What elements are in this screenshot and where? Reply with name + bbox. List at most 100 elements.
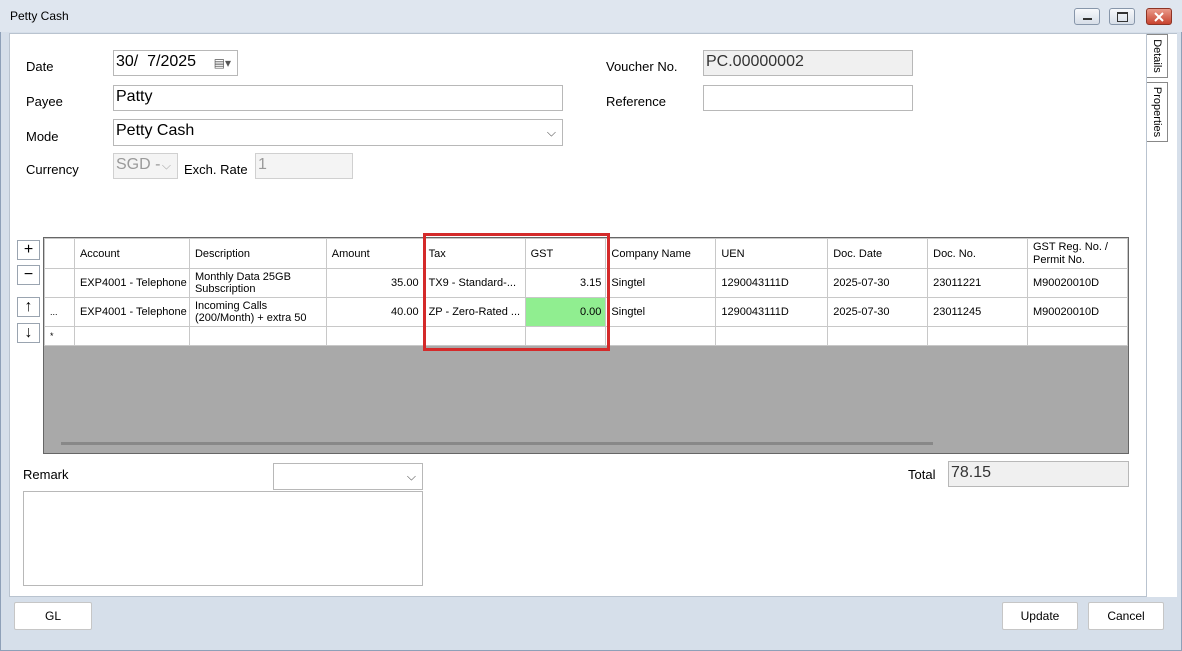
cell-gst-reg[interactable]: M90020010D [1027,297,1128,327]
move-up-button[interactable]: ↑ [17,297,40,317]
chevron-down-icon: ⌵ [161,158,171,173]
cell-tax[interactable]: ZP - Zero-Rated ... [422,297,526,327]
cell-uen[interactable]: 1290043111D [715,297,829,327]
new-cell[interactable] [715,326,829,346]
cell-account[interactable]: EXP4001 - Telephone [73,268,190,298]
voucher-no-field[interactable]: PC.00000002 [703,50,913,76]
row-selector[interactable]: ... [44,297,75,327]
remark-label: Remark [23,467,69,482]
cell-doc-date[interactable]: 2025-07-30 [827,297,929,327]
total-label: Total [908,467,936,482]
grid-table: Account Description Amount Tax GST Compa… [44,238,1128,346]
horizontal-scrollbar[interactable] [61,442,933,445]
col-uen[interactable]: UEN [715,238,829,269]
col-company-name[interactable]: Company Name [605,238,717,269]
remark-textarea[interactable] [23,491,423,586]
table-row[interactable]: EXP4001 - Telephone Monthly Data 25GB Su… [44,268,1128,298]
gl-button[interactable]: GL [14,602,92,630]
currency-select[interactable]: SGD - ⌵ [113,153,178,179]
tab-details-label: Details [1151,39,1163,73]
new-cell[interactable] [827,326,929,346]
col-doc-date[interactable]: Doc. Date [827,238,929,269]
maximize-icon [1116,11,1128,22]
new-cell[interactable] [927,326,1028,346]
tab-properties-label: Properties [1151,86,1164,138]
cell-description[interactable]: Incoming Calls (200/Month) + extra 50 [188,297,327,327]
tab-details[interactable]: Details [1147,34,1168,78]
tab-properties[interactable]: Properties [1147,82,1168,142]
mode-select[interactable]: Petty Cash ⌵ [113,119,563,146]
update-button[interactable]: Update [1002,602,1078,630]
cell-uen[interactable]: 1290043111D [715,268,829,298]
transaction-grid: Account Description Amount Tax GST Compa… [43,237,1129,454]
new-cell[interactable] [524,326,607,346]
calendar-dropdown-icon[interactable]: ▤▾ [214,56,231,70]
date-picker[interactable]: 30/ 7/2025 ▤▾ [113,50,238,76]
voucher-label: Voucher No. [606,59,678,74]
remove-row-button[interactable]: − [17,265,40,285]
new-cell[interactable] [422,326,526,346]
col-gst-reg-no[interactable]: GST Reg. No. / Permit No. [1027,238,1128,269]
currency-value: SGD - [116,156,161,173]
move-down-button[interactable]: ↓ [17,323,40,343]
maximize-button[interactable] [1109,8,1135,25]
grid-header-row: Account Description Amount Tax GST Compa… [44,238,1128,269]
col-gst[interactable]: GST [524,238,607,269]
col-description[interactable]: Description [188,238,327,269]
chevron-down-icon: ⌵ [406,469,416,483]
minimize-button[interactable] [1074,8,1100,25]
cell-company[interactable]: Singtel [605,268,717,298]
window-title: Petty Cash [10,9,69,23]
new-cell[interactable] [325,326,424,346]
close-button[interactable] [1146,8,1172,25]
row-selector[interactable] [44,268,75,298]
new-row-marker: * [44,326,75,346]
exch-rate-label: Exch. Rate [184,162,248,177]
cell-account[interactable]: EXP4001 - Telephone [73,297,190,327]
cell-amount[interactable]: 40.00 [325,297,424,327]
col-account[interactable]: Account [73,238,190,269]
cell-doc-date[interactable]: 2025-07-30 [827,268,929,298]
new-cell[interactable] [605,326,717,346]
cell-gst-reg[interactable]: M90020010D [1027,268,1128,298]
plus-icon: + [23,241,34,258]
exch-rate-input[interactable]: 1 [255,153,353,179]
add-row-button[interactable]: + [17,240,40,260]
row-selector-header [44,238,75,269]
table-row[interactable]: ... EXP4001 - Telephone Incoming Calls (… [44,297,1128,327]
cell-tax[interactable]: TX9 - Standard-... [422,268,526,298]
col-tax[interactable]: Tax [422,238,526,269]
minus-icon: − [23,266,34,283]
date-value: 30/ 7/2025 [116,53,197,70]
reference-label: Reference [606,94,666,109]
cell-gst[interactable]: 0.00 [524,297,607,327]
payee-input[interactable]: Patty [113,85,563,111]
col-amount[interactable]: Amount [325,238,424,269]
minimize-icon [1082,18,1092,20]
new-cell[interactable] [1027,326,1128,346]
chevron-down-icon: ⌵ [546,125,556,139]
mode-value: Petty Cash [116,122,195,139]
arrow-up-icon: ↑ [24,298,33,315]
cell-amount[interactable]: 35.00 [325,268,424,298]
total-field: 78.15 [948,461,1129,487]
mode-label: Mode [26,129,59,144]
cancel-button[interactable]: Cancel [1088,602,1164,630]
new-cell[interactable] [188,326,327,346]
date-label: Date [26,59,54,74]
arrow-down-icon: ↓ [24,324,33,341]
close-icon [1154,11,1164,22]
reference-input[interactable] [703,85,913,111]
cell-description[interactable]: Monthly Data 25GB Subscription [188,268,327,298]
currency-label: Currency [26,162,79,177]
payee-label: Payee [26,94,63,109]
cell-gst[interactable]: 3.15 [524,268,607,298]
new-row[interactable]: * [44,326,1128,346]
title-bar [0,0,1182,32]
cell-doc-no[interactable]: 23011221 [927,268,1028,298]
cell-company[interactable]: Singtel [605,297,717,327]
new-cell[interactable] [73,326,190,346]
cell-doc-no[interactable]: 23011245 [927,297,1028,327]
col-doc-no[interactable]: Doc. No. [927,238,1028,269]
remark-template-select[interactable]: ⌵ [273,463,423,490]
